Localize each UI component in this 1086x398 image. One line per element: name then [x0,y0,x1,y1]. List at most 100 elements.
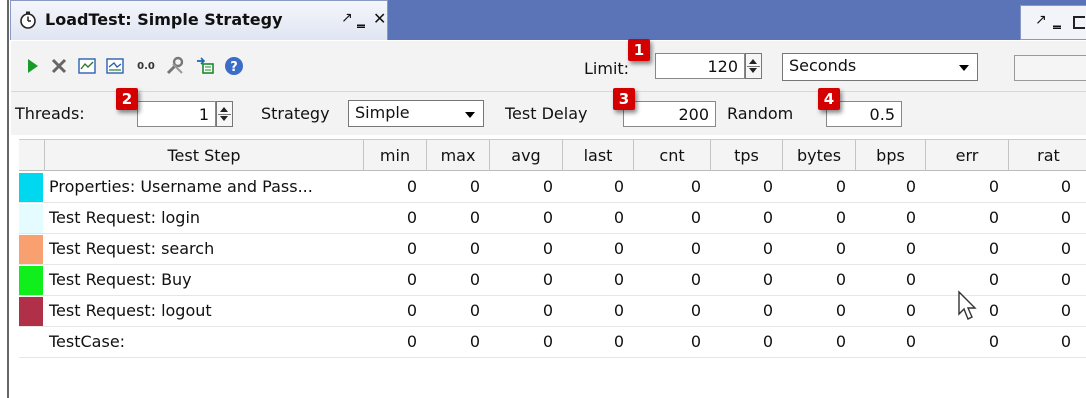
table-row[interactable]: Properties: Username and Pass... 0 0 0 0 0 0 0 0… [19,172,1086,203]
metric-cell-avg: 0 [542,332,553,351]
metric-cell-max: 0 [469,301,480,320]
row-color-swatch [19,235,43,264]
callout-badge-1: 1 [628,39,650,61]
test-step-name: Test Request: logout [49,301,212,320]
limit-label: Limit: [584,59,630,78]
metric-cell-tps: 0 [762,270,773,289]
limit-input[interactable]: 120 [655,53,745,79]
column-header[interactable]: cnt [634,140,711,171]
spinner-up-icon[interactable] [220,107,228,112]
metric-cell-min: 0 [406,301,417,320]
metric-cell-max: 0 [469,270,480,289]
table-row[interactable]: Test Request: login 0 0 0 0 0 0 0 0 0 0 [19,203,1086,234]
pin-icon[interactable]: ↗ [1035,12,1047,28]
table-row[interactable]: Test Request: logout 0 0 0 0 0 0 0 0 0 0 [19,296,1086,327]
column-header[interactable]: bps [856,140,926,171]
help-icon[interactable]: ? [223,56,245,76]
metric-cell-bytes: 0 [835,301,846,320]
loadtest-tab[interactable]: LoadTest: Simple Strategy ↗ ‗ ✕ [10,0,388,40]
spinner-down-icon[interactable] [749,68,757,73]
run-icon[interactable] [25,56,41,76]
column-header[interactable]: err [926,140,1009,171]
chart-icon[interactable] [77,56,97,76]
metric-cell-cnt: 0 [690,332,701,351]
metric-cell-rat: 0 [1060,177,1071,196]
strategy-select[interactable]: Simple [348,100,484,127]
close-icon[interactable]: ✕ [373,9,386,28]
pin-icon[interactable]: ↗ [341,10,353,26]
metric-cell-err: 0 [988,239,999,258]
metric-cell-bytes: 0 [835,239,846,258]
column-header[interactable]: rat [1009,140,1086,171]
row-color-swatch [19,266,43,295]
metric-cell-cnt: 0 [690,239,701,258]
column-header[interactable]: avg [490,140,563,171]
table-header: Test Step min max avg last cnt tps bytes… [19,139,1086,171]
limit-unit-value: Seconds [789,56,857,75]
mouse-cursor-icon [957,290,979,326]
metric-cell-tps: 0 [762,208,773,227]
metric-cell-cnt: 0 [690,270,701,289]
metric-cell-last: 0 [613,239,624,258]
metric-cell-err: 0 [988,177,999,196]
minimize-icon[interactable]: ‗ [357,9,365,28]
metric-cell-min: 0 [406,177,417,196]
metric-cell-last: 0 [613,301,624,320]
table-row[interactable]: Test Request: search 0 0 0 0 0 0 0 0 0 0 [19,234,1086,265]
callout-badge-3: 3 [613,88,635,110]
metric-cell-bps: 0 [905,270,916,289]
threads-input[interactable]: 1 [137,101,216,127]
chevron-down-icon [959,65,969,71]
metric-cell-cnt: 0 [690,301,701,320]
metric-cell-cnt: 0 [690,177,701,196]
metric-cell-bps: 0 [905,332,916,351]
minimize-icon[interactable]: ‗ [1053,10,1061,29]
metric-cell-avg: 0 [542,270,553,289]
metric-cell-min: 0 [406,208,417,227]
export-icon[interactable] [193,56,217,76]
progress-field [1014,55,1086,81]
metric-cell-avg: 0 [542,208,553,227]
tools-icon[interactable] [163,56,187,76]
metric-cell-min: 0 [406,239,417,258]
number-icon[interactable]: 0.0 [133,56,159,76]
metric-cell-bytes: 0 [835,208,846,227]
metric-cell-avg: 0 [542,177,553,196]
strategy-label: Strategy [261,104,330,123]
spinner-up-icon[interactable] [749,59,757,64]
statistics-icon[interactable] [105,56,125,76]
metric-cell-bytes: 0 [835,177,846,196]
test-step-name: Properties: Username and Pass... [49,177,313,196]
limit-unit-select[interactable]: Seconds [782,53,978,81]
column-header[interactable]: Test Step [45,140,364,171]
table-row[interactable]: TestCase: 0 0 0 0 0 0 0 0 0 0 [19,327,1086,358]
test-delay-input[interactable]: 200 [623,101,716,127]
column-header[interactable]: min [364,140,427,171]
column-header[interactable]: tps [711,140,783,171]
test-step-name: Test Request: search [49,239,215,258]
spinner-down-icon[interactable] [220,116,228,121]
metric-cell-tps: 0 [762,332,773,351]
limit-spinner[interactable] [745,53,762,79]
random-label: Random [727,104,794,123]
metric-cell-max: 0 [469,208,480,227]
metric-cell-max: 0 [469,332,480,351]
cancel-icon[interactable] [49,56,69,76]
chevron-down-icon [465,112,475,118]
column-header[interactable]: bytes [783,140,856,171]
left-border [0,0,9,398]
metric-cell-bps: 0 [905,239,916,258]
metric-cell-rat: 0 [1060,208,1071,227]
threads-spinner[interactable] [216,101,233,127]
maximize-icon[interactable] [1073,16,1085,29]
metric-cell-err: 0 [988,208,999,227]
metric-cell-bps: 0 [905,301,916,320]
right-window-controls: ↗ ‗ [1020,5,1086,40]
column-header[interactable]: last [563,140,634,171]
test-step-name: Test Request: Buy [49,270,192,289]
column-header[interactable]: max [427,140,490,171]
stopwatch-icon [20,11,36,29]
row-color-swatch [19,173,43,202]
table-row[interactable]: Test Request: Buy 0 0 0 0 0 0 0 0 0 0 [19,265,1086,296]
metric-cell-bytes: 0 [835,332,846,351]
